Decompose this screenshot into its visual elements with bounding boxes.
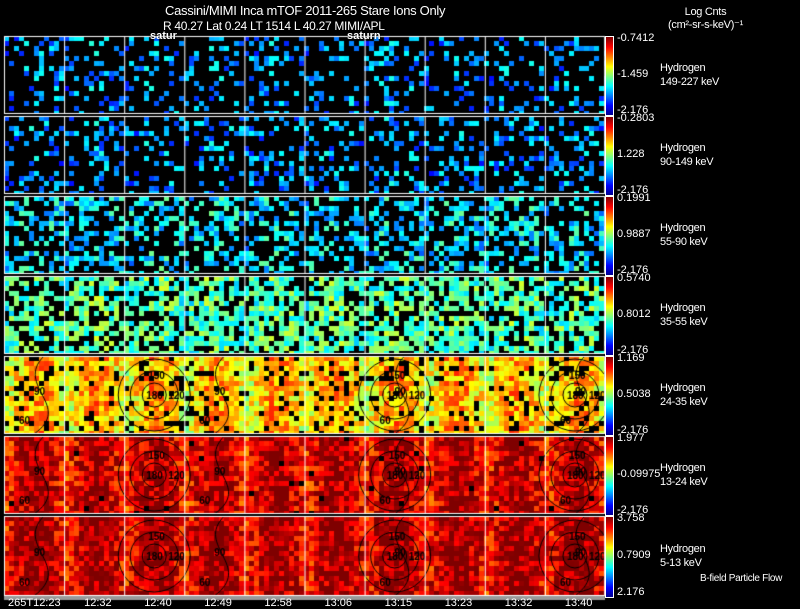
overlay-label: saturn bbox=[347, 30, 381, 42]
colorbar-mid: -0.09975 bbox=[617, 468, 661, 480]
panel-species: Hydrogen bbox=[660, 543, 706, 555]
panel-energy: 90-149 keV bbox=[660, 156, 714, 168]
colorbar-max: 1.169 bbox=[617, 352, 645, 364]
colorbar-max: 0.5740 bbox=[617, 272, 651, 284]
panel-energy: 13-24 keV bbox=[660, 476, 708, 488]
colorbar-mid: 0.5038 bbox=[617, 388, 651, 400]
x-tick-label: 12:58 bbox=[264, 597, 292, 609]
colorbar-max: 0.1991 bbox=[617, 192, 651, 204]
panel-species: Hydrogen bbox=[660, 222, 706, 234]
colorbar-mid: 0.8012 bbox=[617, 308, 651, 320]
colorbar-mid: 0.7909 bbox=[617, 549, 651, 561]
footer-note: B-field Particle Flow bbox=[700, 573, 783, 584]
x-tick-label: 13:15 bbox=[384, 597, 413, 609]
colorbar-title-line1: Log Cnts bbox=[684, 6, 727, 18]
colorbar-mid: 1.228 bbox=[617, 148, 645, 160]
colorbar-mid: -1.459 bbox=[617, 68, 649, 80]
panel-energy: 24-35 keV bbox=[660, 396, 708, 408]
x-tick-label: 13:23 bbox=[444, 597, 473, 609]
colorbar-max: -0.2803 bbox=[617, 112, 655, 124]
panel-species: Hydrogen bbox=[660, 382, 706, 394]
panel-energy: 149-227 keV bbox=[660, 76, 720, 88]
colorbar-mid: 0.9887 bbox=[617, 228, 651, 240]
panel-energy: 35-55 keV bbox=[660, 316, 708, 328]
panel-species: Hydrogen bbox=[660, 62, 706, 74]
x-tick-label: 13:06 bbox=[324, 597, 353, 609]
colorbar bbox=[605, 516, 614, 598]
colorbar bbox=[605, 116, 614, 196]
panel-energy: 5-13 keV bbox=[660, 557, 702, 569]
x-tick-label: 12:49 bbox=[204, 597, 232, 609]
colorbar-title-line2: (cm²-sr-s-keV)⁻¹ bbox=[668, 19, 743, 31]
colorbar-max: -0.7412 bbox=[617, 32, 655, 44]
x-tick-label: 13:40 bbox=[564, 597, 593, 609]
colorbar-max: 3.758 bbox=[617, 512, 645, 524]
colorbar-title: Log Cnts (cm²-sr-s-keV)⁻¹ bbox=[668, 6, 743, 32]
plot-title: Cassini/MIMI Inca mTOF 2011-265 Stare Io… bbox=[165, 3, 446, 18]
x-tick-label: 13:32 bbox=[504, 597, 533, 609]
x-tick-label: 12:32 bbox=[84, 597, 112, 609]
colorbar bbox=[605, 36, 614, 116]
colorbar bbox=[605, 436, 614, 516]
x-tick-label: 12:40 bbox=[144, 597, 172, 609]
colorbar bbox=[605, 356, 614, 436]
colorbar-max: 1.977 bbox=[617, 432, 645, 444]
colorbar bbox=[605, 196, 614, 276]
panel-energy: 55-90 keV bbox=[660, 236, 708, 248]
x-tick-label: 265T12:23 bbox=[8, 597, 61, 609]
colorbar bbox=[605, 276, 614, 356]
panel-species: Hydrogen bbox=[660, 142, 706, 154]
panel-species: Hydrogen bbox=[660, 462, 706, 474]
overlay-label: satur bbox=[150, 30, 177, 42]
panel-species: Hydrogen bbox=[660, 302, 706, 314]
colorbar-min: 2.176 bbox=[617, 586, 645, 598]
